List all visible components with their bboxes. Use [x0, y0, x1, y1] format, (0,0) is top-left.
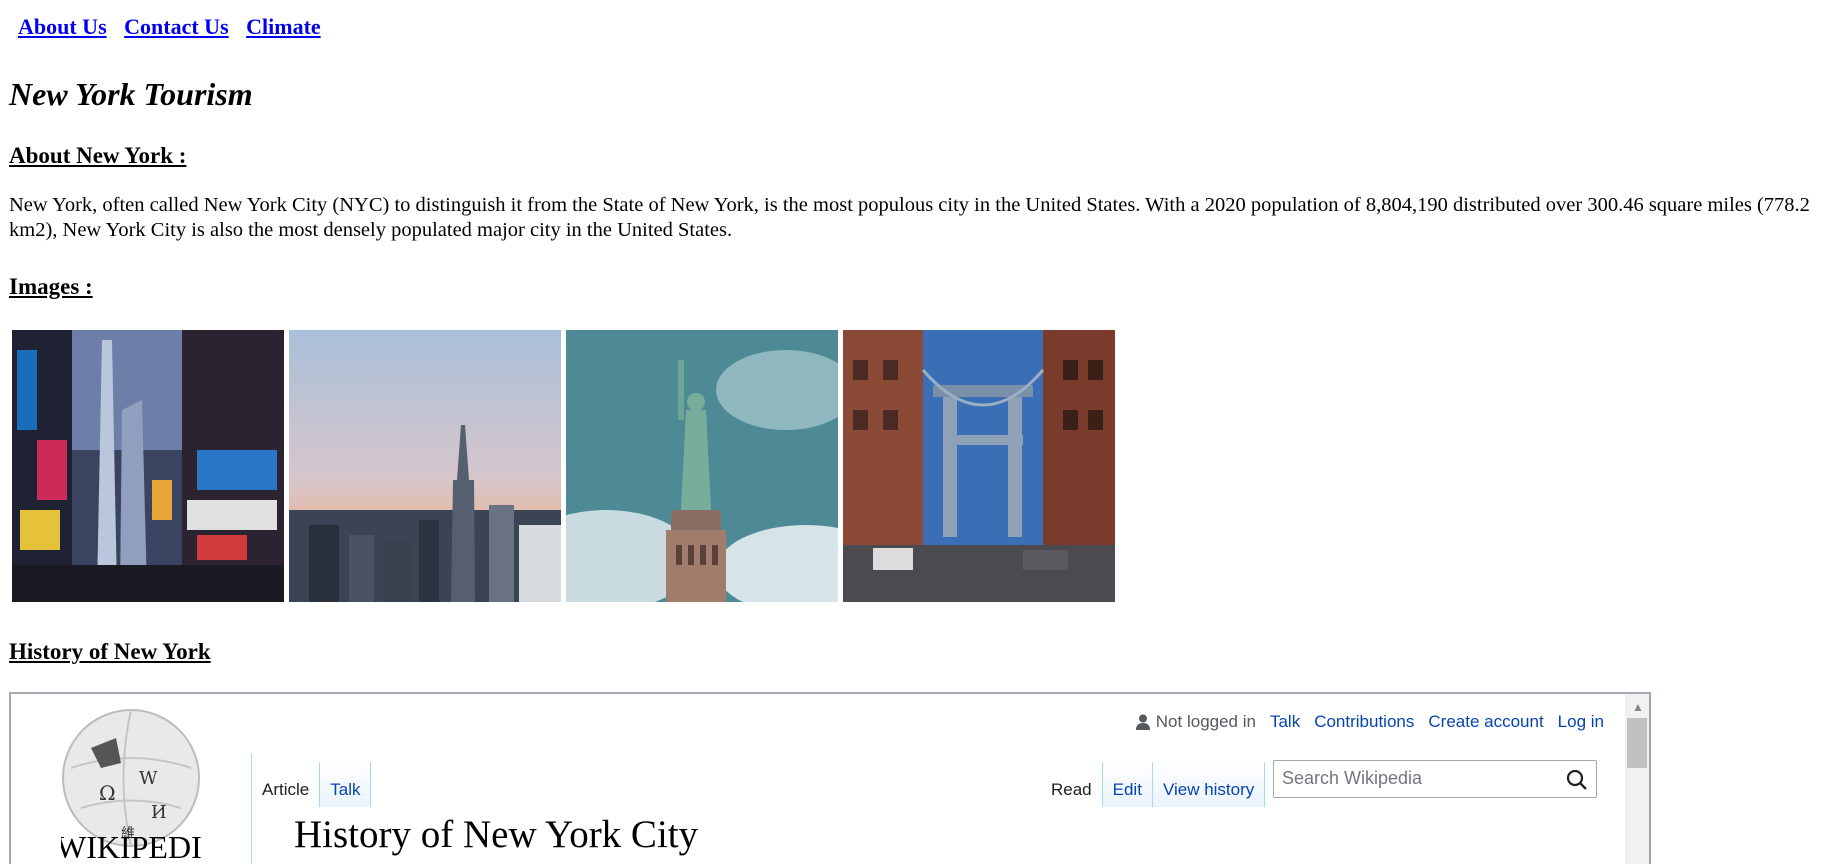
svg-text:Ω: Ω — [99, 781, 116, 805]
skyline-photo — [289, 330, 561, 602]
tab-view-history[interactable]: View history — [1152, 762, 1266, 808]
wikipedia-iframe[interactable]: Ω W И 維 WIKIPEDIA Not logged in Talk Con… — [9, 692, 1651, 864]
log-in-link[interactable]: Log in — [1558, 712, 1604, 732]
svg-text:W: W — [139, 768, 158, 789]
about-heading: About New York : — [9, 143, 187, 168]
tab-talk[interactable]: Talk — [320, 762, 372, 808]
not-logged-in-text: Not logged in — [1155, 712, 1256, 731]
user-icon — [1135, 714, 1150, 730]
nav-link-climate[interactable]: Climate — [246, 14, 321, 39]
search-input[interactable]: Search Wikipedia — [1273, 760, 1597, 798]
wikipedia-logo[interactable]: Ω W И 維 WIKIPEDIA — [56, 708, 225, 864]
tab-article[interactable]: Article — [252, 762, 321, 808]
images-heading: Images : — [9, 274, 93, 299]
page-title: New York Tourism — [9, 76, 253, 112]
times-square-photo — [12, 330, 284, 602]
personal-talk-link[interactable]: Talk — [1270, 712, 1300, 732]
article-title: History of New York City — [294, 813, 699, 856]
svg-text:И: И — [151, 802, 167, 823]
history-heading: History of New York — [9, 639, 211, 664]
image-gallery — [12, 330, 1115, 602]
about-paragraph: New York, often called New York City (NY… — [9, 194, 1810, 241]
scroll-up-arrow-icon[interactable]: ▲ — [1632, 700, 1644, 714]
search-icon — [1566, 769, 1587, 790]
statue-of-liberty-photo — [566, 330, 838, 602]
iframe-scrollbar[interactable]: ▲ — [1625, 694, 1649, 864]
search-placeholder: Search Wikipedia — [1282, 768, 1423, 788]
namespace-tabs: Article Talk — [251, 754, 372, 808]
top-nav: About Us Contact Us Climate — [18, 14, 333, 40]
tab-read[interactable]: Read — [1041, 762, 1103, 808]
tab-edit[interactable]: Edit — [1102, 762, 1153, 808]
view-tabs: Read Edit View history — [1041, 754, 1266, 808]
scrollbar-thumb[interactable] — [1627, 718, 1647, 768]
manhattan-bridge-photo — [843, 330, 1115, 602]
create-account-link[interactable]: Create account — [1428, 712, 1543, 732]
nav-link-about-us[interactable]: About Us — [18, 14, 107, 39]
user-status: Not logged in — [1135, 712, 1256, 732]
personal-tools: Not logged in Talk Contributions Create … — [1135, 712, 1604, 732]
contributions-link[interactable]: Contributions — [1314, 712, 1414, 732]
nav-link-contact-us[interactable]: Contact Us — [124, 14, 229, 39]
